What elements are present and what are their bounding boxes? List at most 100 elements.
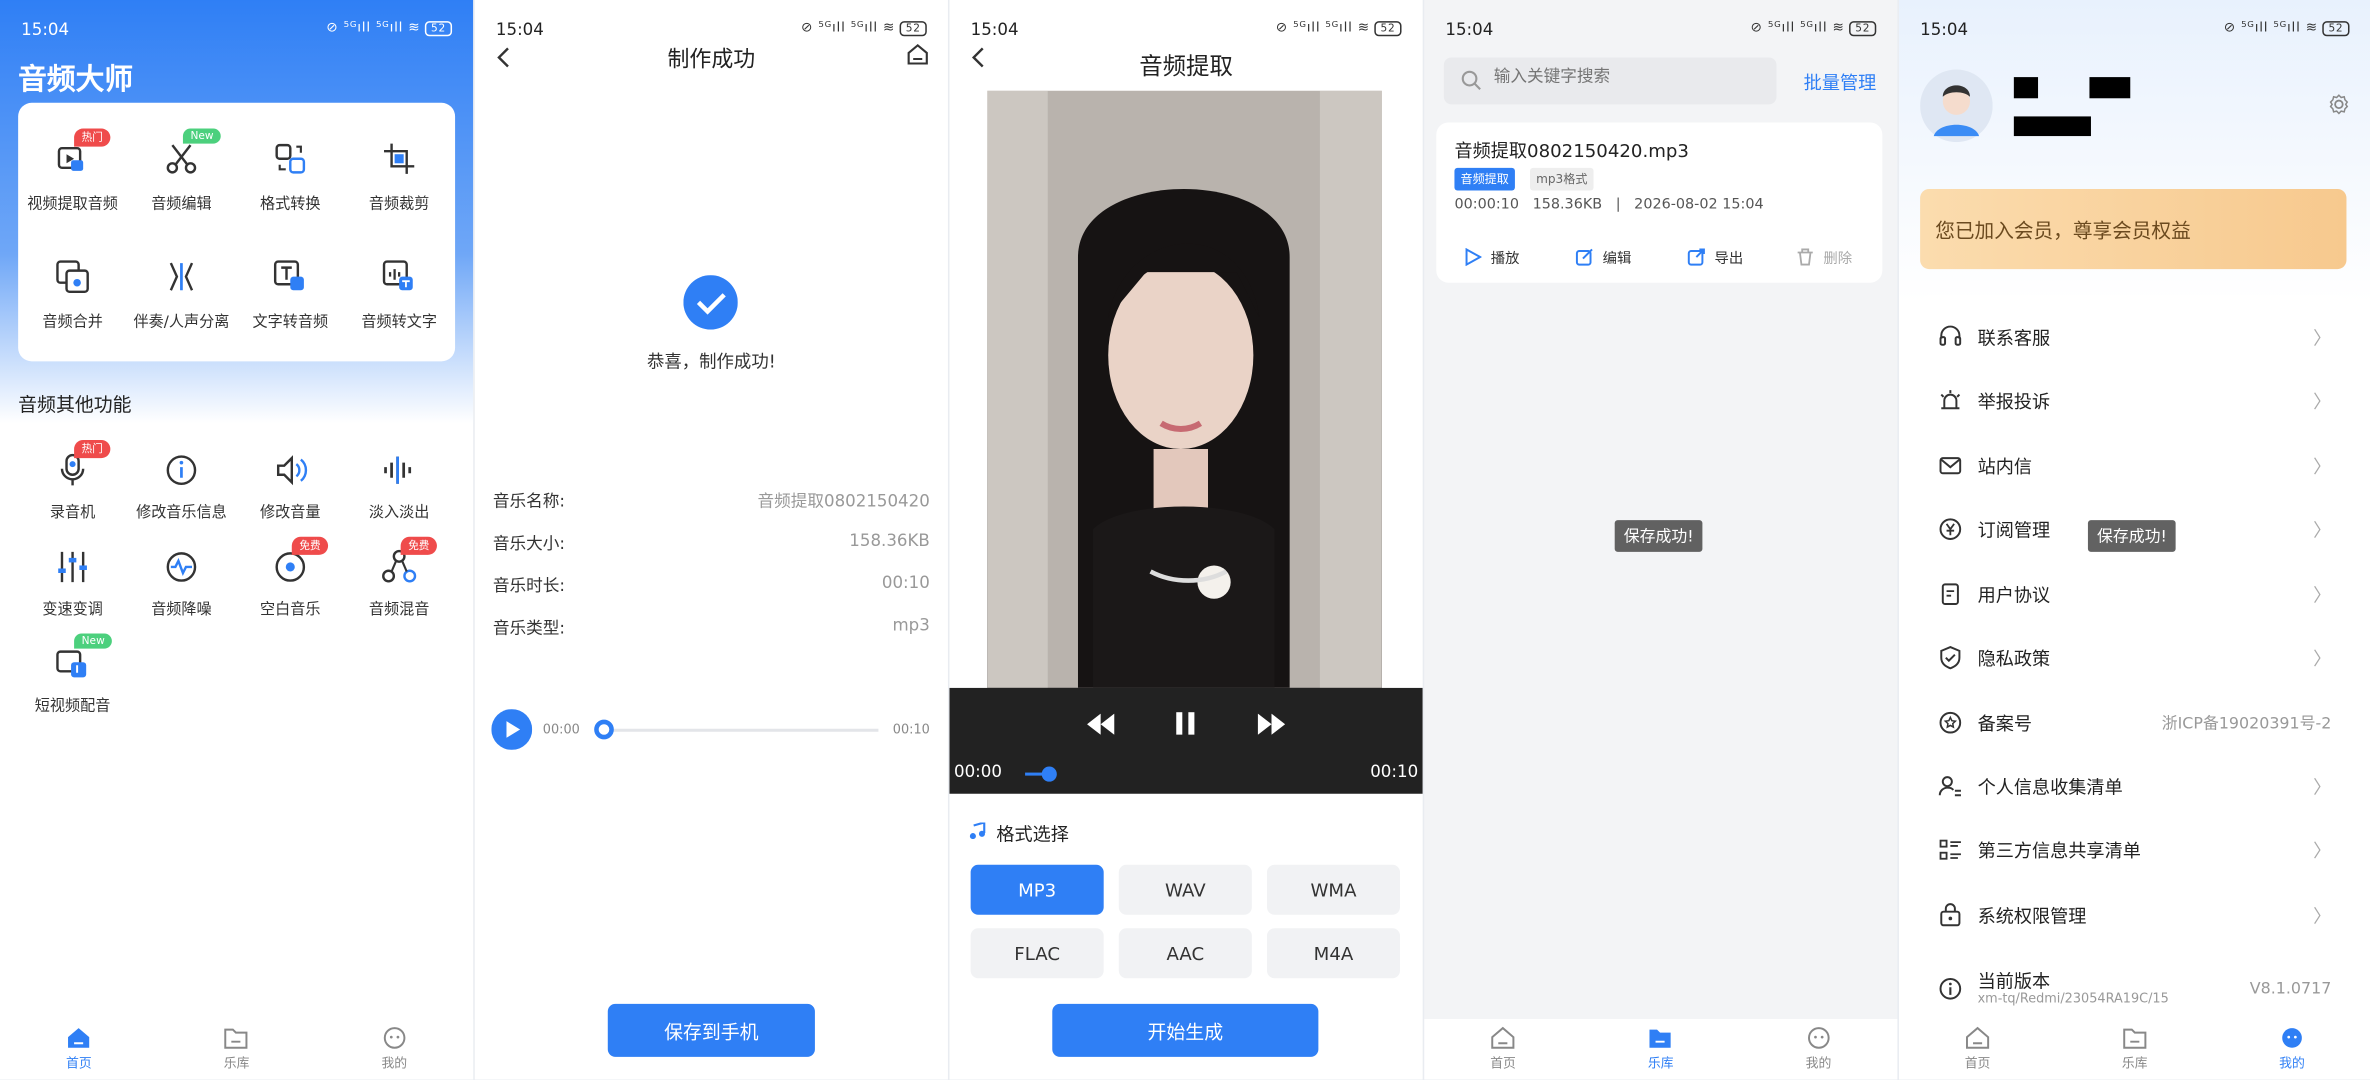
status-time: 15:04	[1445, 18, 1494, 39]
export-icon	[1687, 248, 1705, 266]
info-row-size: 音乐大小: 158.36KB	[493, 531, 930, 555]
folder-icon	[225, 1028, 249, 1049]
feature-fade[interactable]: 淡入淡出	[345, 429, 454, 526]
feature-recorder[interactable]: 热门 录音机	[18, 429, 127, 526]
feature-label: 伴奏/人声分离	[133, 314, 230, 332]
info-row-type: 音乐类型: mp3	[493, 615, 930, 639]
menu-item-privacy[interactable]: 隐私政策 〉	[1938, 626, 2331, 689]
feature-format-convert[interactable]: 格式转换	[236, 103, 345, 221]
format-option-mp3[interactable]: MP3	[970, 864, 1104, 915]
tab-mine[interactable]: 我的	[2247, 1027, 2338, 1072]
video-controls: 00:00 00:10	[949, 687, 1423, 794]
feature-audio-crop[interactable]: 音频裁剪	[345, 103, 454, 221]
audio-item-card[interactable]: 音频提取0802150420.mp3 音频提取 mp3格式 00:00:10 1…	[1436, 122, 1883, 283]
start-generate-button[interactable]: 开始生成	[1052, 1003, 1319, 1057]
action-export[interactable]: 导出	[1687, 246, 1743, 268]
feature-label: 音频裁剪	[368, 196, 430, 214]
feature-vocal-separate[interactable]: 伴奏/人声分离	[127, 221, 236, 339]
feature-blank-music[interactable]: 免费 空白音乐	[236, 526, 345, 623]
menu-item-third-party-list[interactable]: 第三方信息共享清单 〉	[1938, 818, 2331, 881]
progress-knob[interactable]	[594, 719, 614, 740]
lock-icon	[1940, 903, 1961, 927]
separate-icon	[162, 257, 201, 296]
badge-free: 免费	[400, 536, 437, 555]
pause-icon[interactable]	[1175, 712, 1196, 735]
feature-audio-edit[interactable]: New 音频编辑	[127, 103, 236, 221]
signal-icons: ⊘ ⁵ᴳıll ⁵ᴳıll ≋	[801, 21, 896, 37]
menu-item-personal-info-list[interactable]: 个人信息收集清单 〉	[1938, 754, 2331, 817]
signal-icons: ⊘ ⁵ᴳıll ⁵ᴳıll ≋	[1275, 21, 1370, 37]
tab-mine[interactable]: 我的	[1773, 1027, 1864, 1072]
action-edit[interactable]: 编辑	[1575, 246, 1632, 268]
signal-icons: ⊘ ⁵ᴳıll ⁵ᴳıll ≋	[1750, 21, 1845, 37]
format-option-flac[interactable]: FLAC	[970, 928, 1104, 979]
video-progress-knob[interactable]	[1041, 766, 1057, 782]
tab-library[interactable]: 乐库	[191, 1027, 282, 1072]
folder-icon	[2123, 1028, 2147, 1049]
toast-save-success: 保存成功!	[2087, 520, 2176, 552]
menu-item-icp[interactable]: 备案号 浙ICP备19020391号-2	[1938, 691, 2331, 754]
feature-audio-mix[interactable]: 免费 音频混音	[345, 526, 454, 623]
tab-library[interactable]: 乐库	[2089, 1027, 2180, 1072]
format-option-wma[interactable]: WMA	[1266, 864, 1401, 915]
page-title: 音频提取	[1139, 52, 1233, 81]
vip-banner[interactable]: 您已加入会员，尊享会员权益	[1920, 188, 2347, 270]
tab-library[interactable]: 乐库	[1615, 1027, 1706, 1072]
menu-item-user-agreement[interactable]: 用户协议 〉	[1938, 562, 2331, 625]
feature-denoise[interactable]: 音频降噪	[127, 526, 236, 623]
menu-item-inbox[interactable]: 站内信 〉	[1938, 434, 2331, 497]
tab-mine[interactable]: 我的	[349, 1027, 440, 1072]
feature-label: 音频合并	[42, 314, 103, 332]
search-input[interactable]	[1493, 66, 1766, 87]
search-box[interactable]	[1443, 57, 1777, 105]
menu-item-contact-service[interactable]: 联系客服 〉	[1938, 305, 2331, 368]
feature-video-dub[interactable]: New 短视频配音	[18, 623, 127, 720]
info-value: 158.36KB	[849, 530, 930, 551]
chevron-right-icon: 〉	[2313, 390, 2332, 412]
feature-audio-merge[interactable]: 音频合并	[18, 221, 127, 339]
feature-speed-pitch[interactable]: 变速变调	[18, 526, 127, 623]
rewind-icon[interactable]	[1086, 713, 1116, 735]
feature-text-to-audio[interactable]: 文字转音频	[236, 221, 345, 339]
home-outline-icon[interactable]	[906, 42, 930, 66]
play-button[interactable]	[491, 709, 533, 750]
feature-audio-to-text[interactable]: 音频转文字	[345, 221, 454, 339]
action-play[interactable]: 播放	[1464, 246, 1519, 268]
format-option-wav[interactable]: WAV	[1118, 864, 1252, 915]
batch-manage-button[interactable]: 批量管理	[1804, 70, 1877, 96]
face-icon	[2282, 1028, 2302, 1048]
home-icon	[68, 1028, 90, 1048]
feature-edit-volume[interactable]: 修改音量	[236, 429, 345, 526]
action-label: 编辑	[1602, 250, 1632, 268]
fast-forward-icon[interactable]	[1256, 713, 1286, 735]
progress-track[interactable]	[603, 728, 879, 732]
battery-icon: 52	[2322, 21, 2350, 37]
tab-home[interactable]: 首页	[33, 1027, 124, 1072]
feature-label: 音频混音	[368, 601, 430, 619]
settings-gear-icon[interactable]	[2328, 94, 2349, 115]
total-time: 00:10	[892, 722, 930, 738]
video-thumbnail-image	[987, 90, 1382, 688]
feature-edit-music-info[interactable]: 修改音乐信息	[127, 429, 236, 526]
menu-label: 联系客服	[1977, 327, 2051, 349]
chevron-right-icon: 〉	[2313, 519, 2332, 541]
tab-home[interactable]: 首页	[1932, 1026, 2023, 1072]
action-delete[interactable]: 删除	[1796, 246, 1852, 268]
feature-label: 空白音乐	[260, 601, 321, 619]
menu-item-system-permissions[interactable]: 系统权限管理 〉	[1938, 883, 2331, 946]
format-option-m4a[interactable]: M4A	[1266, 928, 1401, 979]
chevron-right-icon: 〉	[2313, 776, 2332, 798]
video-frame[interactable]	[987, 90, 1382, 688]
info-key: 音乐名称:	[492, 491, 566, 512]
feature-video-extract[interactable]: 热门 视频提取音频	[18, 103, 127, 221]
tab-home[interactable]: 首页	[1458, 1026, 1549, 1072]
tab-label: 首页	[1490, 1056, 1516, 1072]
format-option-aac[interactable]: AAC	[1118, 928, 1252, 979]
chevron-right-icon: 〉	[2313, 647, 2332, 670]
mix-icon: 免费	[379, 536, 437, 586]
menu-item-report[interactable]: 举报投诉 〉	[1938, 369, 2331, 432]
menu-item-version[interactable]: 当前版本 xm-tq/Redmi/23054RA19C/15 V8.1.0717	[1938, 957, 2331, 1020]
chevron-right-icon: 〉	[2313, 584, 2332, 606]
avatar[interactable]	[1920, 69, 1993, 143]
save-to-phone-button[interactable]: 保存到手机	[607, 1003, 815, 1057]
